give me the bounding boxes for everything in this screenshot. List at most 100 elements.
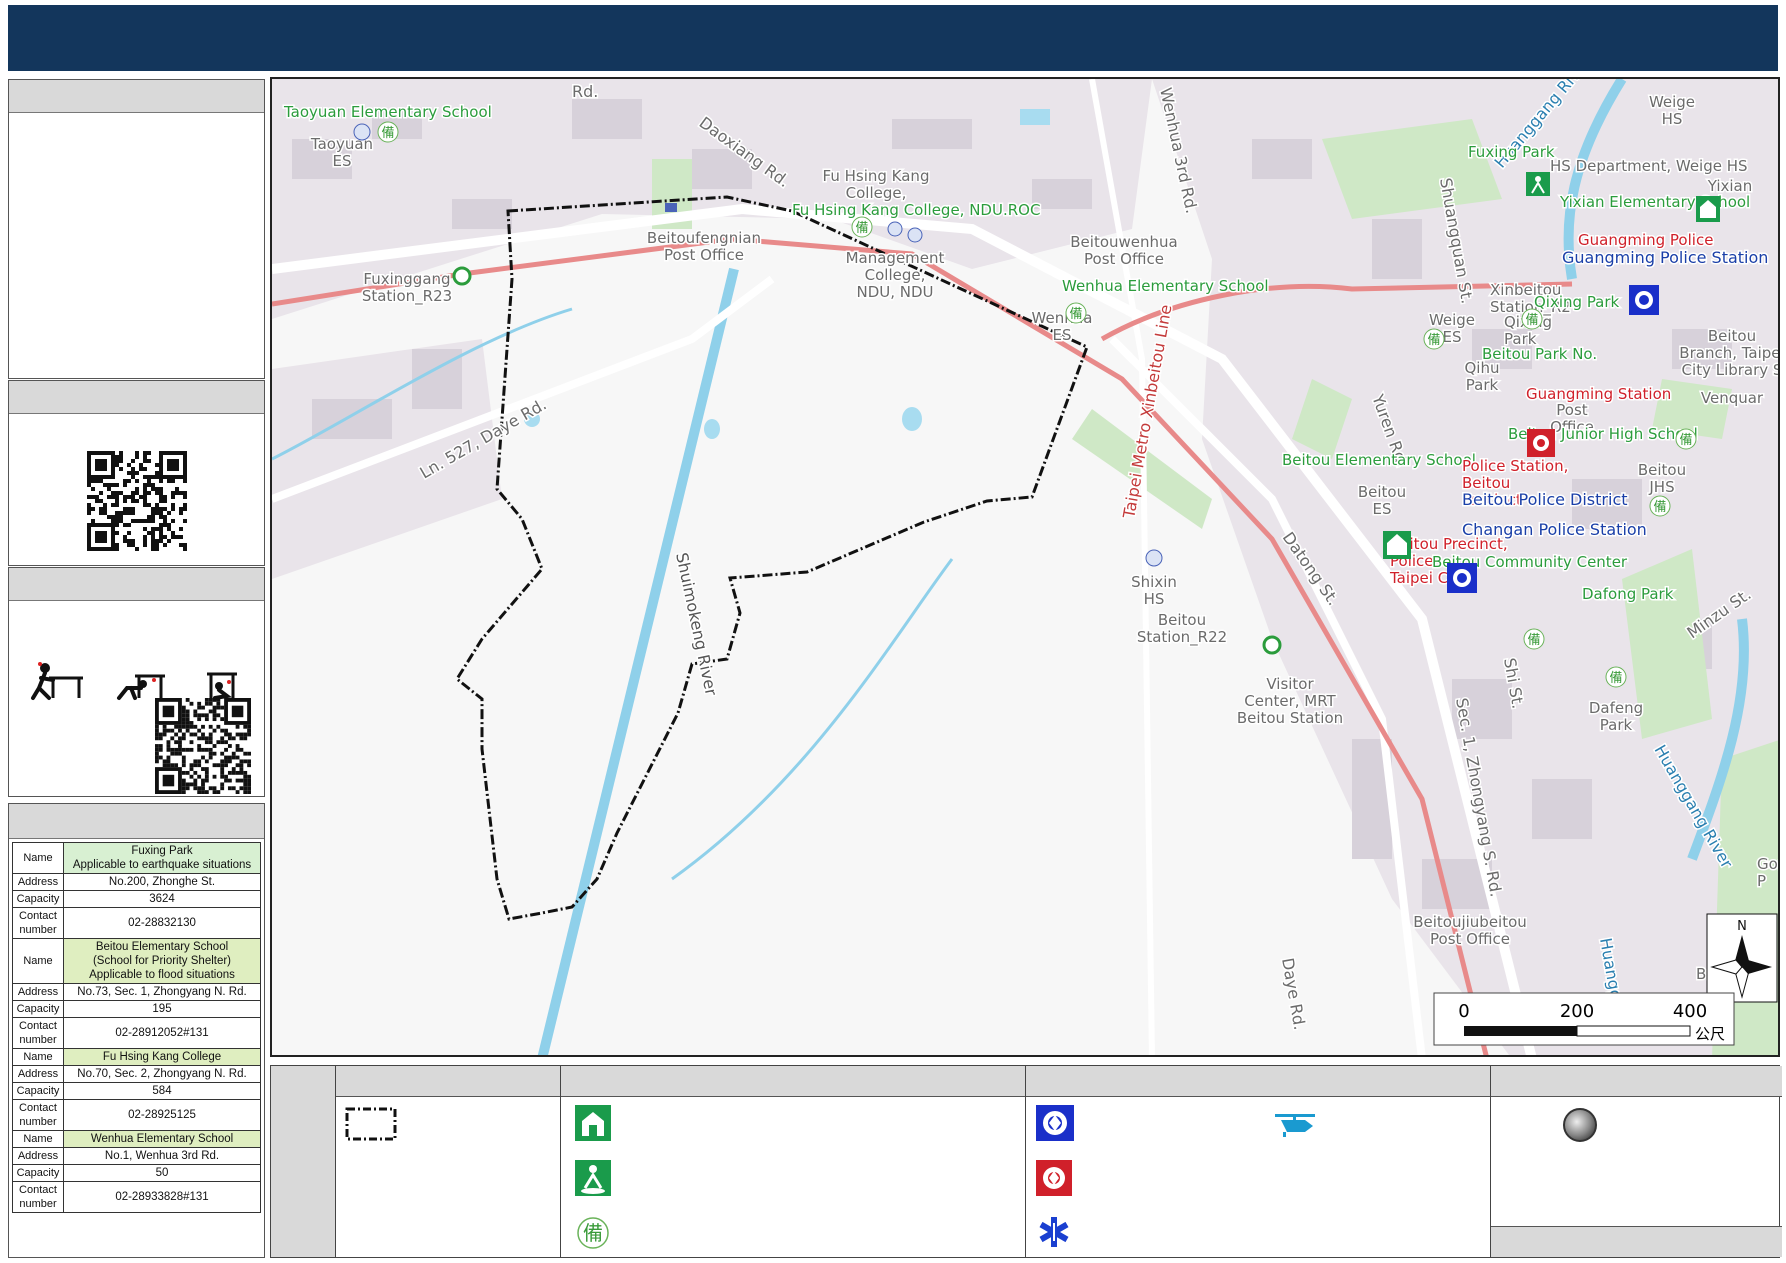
map-label-jiubeitou-post: Beitoujiubeitou Post Office [1413, 913, 1527, 948]
police-red-icon[interactable] [1527, 429, 1555, 457]
map-label-rd-top: Rd. [572, 82, 598, 101]
info-label: Name [12, 938, 64, 984]
info-row: Capacity 3624 [12, 890, 261, 908]
info-value: 195 [63, 1000, 261, 1018]
school-icon [353, 123, 371, 141]
info-label: Contact number [12, 1181, 64, 1213]
school-icon [887, 221, 903, 237]
reserve-icon[interactable]: 備 [1521, 308, 1543, 330]
map-label-wenhua-post: Beitouwenhua Post Office [1070, 233, 1177, 268]
info-row: Address No.73, Sec. 1, Zhongyang N. Rd. [12, 983, 261, 1001]
reserve-icon[interactable]: 備 [1675, 428, 1697, 450]
shelter-park-icon[interactable] [1526, 172, 1550, 196]
info-row: Contact number 02-28832130 [12, 907, 261, 939]
evacuation-boundary [455, 195, 1089, 921]
svg-text:備: 備 [583, 1221, 603, 1245]
shelter-info-table: Name Fuxing Park Applicable to earthquake… [12, 842, 261, 1213]
map-view[interactable]: Taoyuan Elementary School Taoyuan ES Fuxing… [270, 77, 1780, 1057]
reserve-icon[interactable]: 備 [1605, 666, 1627, 688]
gray-circle-icon [1563, 1108, 1597, 1142]
info-value: Wenhua Elementary School [63, 1130, 261, 1148]
stream-south [671, 558, 954, 881]
map-label-hs-department: HS Department, Weige HS [1550, 157, 1748, 175]
info-value: 3624 [63, 890, 261, 908]
qr-code-2-icon[interactable] [155, 698, 263, 794]
info-row: Contact number 02-28933828#131 [12, 1181, 261, 1213]
map-label-guangming-police-red: Guangming Police [1578, 231, 1713, 249]
scale-tick-0: 0 [1458, 1001, 1469, 1022]
svg-text:備: 備 [1069, 306, 1082, 322]
info-row: Capacity 50 [12, 1164, 261, 1182]
map-label-fuxing-park: Fuxing Park [1468, 143, 1555, 161]
map-label-beitou-police-district: Beitou Police District [1462, 490, 1628, 509]
reserve-icon[interactable]: 備 [1523, 628, 1545, 650]
map-label-dafong-park: Dafong Park [1582, 585, 1674, 603]
metro-station-icon[interactable] [452, 266, 472, 286]
info-row: Name Beitou Elementary School (School for… [12, 938, 261, 984]
info-value: No.1, Wenhua 3rd Rd. [63, 1147, 261, 1165]
info-label: Capacity [12, 890, 64, 908]
info-value: No.200, Zhonghe St. [63, 873, 261, 891]
school-icon [907, 227, 923, 243]
star-of-life-icon [1039, 1217, 1069, 1247]
info-panel-top [8, 79, 265, 379]
reserve-icon[interactable]: 備 [1065, 302, 1087, 324]
info-label: Address [12, 1065, 64, 1083]
shelter-info-header [9, 804, 264, 839]
map-label-shixin-hs: Shixin HS [1131, 573, 1177, 608]
info-row: Contact number 02-28925125 [12, 1099, 261, 1131]
red-police-icon [1036, 1160, 1072, 1196]
info-label: Contact number [12, 1017, 64, 1049]
legend-emergency-header [1026, 1066, 1491, 1097]
info-label: Name [12, 842, 64, 874]
north-arrow: N [1706, 913, 1778, 1003]
info-value: Fuxing Park Applicable to earthquake sit… [63, 842, 261, 874]
action-panel-header [9, 568, 264, 601]
shelter-school-icon[interactable] [1696, 196, 1720, 222]
map-label-daye-rd: Daye Rd. [1278, 956, 1309, 1031]
reserve-icon[interactable]: 備 [851, 216, 873, 238]
info-label: Name [12, 1048, 64, 1066]
info-value: Beitou Elementary School (School for Pri… [63, 938, 261, 984]
scale-tick-400: 400 [1673, 1001, 1707, 1022]
info-label: Address [12, 983, 64, 1001]
legend-title-column [271, 1066, 335, 1257]
info-row: Capacity 195 [12, 1000, 261, 1018]
map-label-qihu-park: Qihu Park [1465, 359, 1500, 394]
scale-bar: 0 200 400 公尺 [1433, 992, 1735, 1046]
green-park-shelter-icon [575, 1160, 611, 1196]
info-value: No.70, Sec. 2, Zhongyang N. Rd. [63, 1065, 261, 1083]
north-label: N [1737, 919, 1747, 934]
reserve-icon[interactable]: 備 [377, 121, 399, 143]
map-canvas[interactable]: Taoyuan Elementary SchoolTaoyuan ESFuxing… [272, 79, 1780, 1057]
shelter-info-panel: Name Fuxing Park Applicable to earthquake… [8, 803, 265, 1258]
police-blue-icon[interactable] [1629, 285, 1659, 315]
svg-text:備: 備 [855, 220, 868, 236]
info-label: Contact number [12, 907, 64, 939]
map-label-venquar: Venquar [1701, 389, 1764, 407]
shelter-school-icon[interactable] [1383, 531, 1411, 559]
reserve-icon[interactable]: 備 [1649, 495, 1671, 517]
metro-station-icon[interactable] [1262, 635, 1282, 655]
legend-boundary-header [336, 1066, 561, 1097]
info-value: 02-28925125 [63, 1099, 261, 1131]
map-label-yixian-es: Yixian Elementary School [1559, 193, 1750, 211]
info-row: Capacity 584 [12, 1082, 261, 1100]
info-row: Contact number 02-28912052#131 [12, 1017, 261, 1049]
reserve-icon[interactable]: 備 [1423, 328, 1445, 350]
reserve-shelter-icon: 備 [577, 1217, 609, 1249]
info-value: 584 [63, 1082, 261, 1100]
map-label-beitou-station: Beitou Station_R22 [1137, 611, 1227, 647]
legend-other-header [1491, 1066, 1782, 1097]
map-label-guangming-station: Guangming Station [1526, 385, 1671, 403]
legend-shelter-column: 備 [560, 1066, 1026, 1257]
legend-boundary-column [335, 1066, 561, 1257]
info-row: Name Fu Hsing Kang College [12, 1048, 261, 1066]
legend-other-footer [1491, 1226, 1782, 1257]
header-bar [8, 5, 1778, 71]
map-label-guangming-police-station: Guangming Police Station [1562, 248, 1768, 267]
police-blue-icon[interactable] [1447, 563, 1477, 593]
info-value: 02-28832130 [63, 907, 261, 939]
qr-code-icon[interactable] [87, 451, 195, 551]
svg-text:備: 備 [1653, 499, 1666, 515]
